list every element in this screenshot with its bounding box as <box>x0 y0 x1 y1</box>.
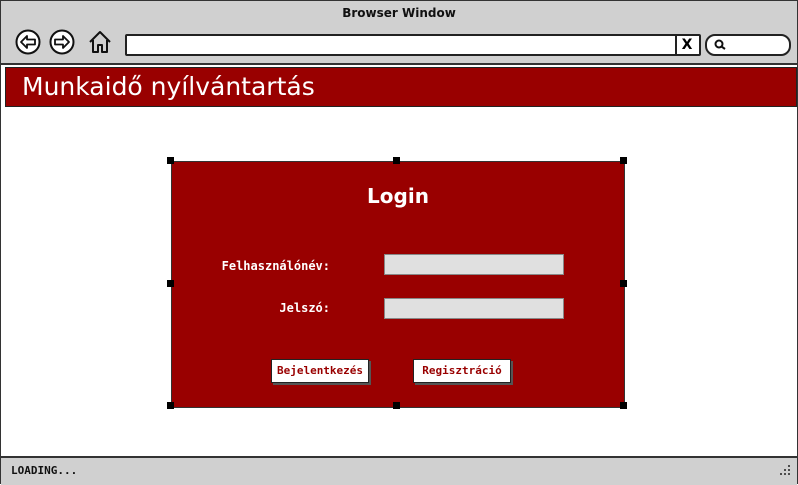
username-label: Felhasználónév: <box>221 259 330 273</box>
search-box[interactable] <box>705 34 791 56</box>
login-button[interactable]: Bejelentkezés <box>271 359 369 383</box>
browser-window: Browser Window X Munkaidő nyílvántartás … <box>0 0 798 485</box>
back-arrow-icon[interactable] <box>15 29 41 55</box>
app-header: Munkaidő nyílvántartás <box>5 67 797 107</box>
selection-handle[interactable] <box>620 157 627 164</box>
browser-toolbar: X <box>1 25 797 65</box>
register-button[interactable]: Regisztráció <box>413 359 511 383</box>
selection-handle[interactable] <box>393 402 400 409</box>
login-title: Login <box>367 184 429 208</box>
status-text: LOADING... <box>11 464 78 477</box>
username-input[interactable] <box>384 254 564 275</box>
page-title: Munkaidő nyílvántartás <box>22 72 315 101</box>
selection-handle[interactable] <box>167 280 174 287</box>
selection-handle[interactable] <box>620 402 627 409</box>
search-icon <box>714 39 726 50</box>
home-icon[interactable] <box>87 29 113 55</box>
url-input[interactable]: X <box>125 34 701 56</box>
selection-handle[interactable] <box>167 157 174 164</box>
selection-handle[interactable] <box>167 402 174 409</box>
password-label: Jelszó: <box>279 301 330 315</box>
forward-arrow-icon[interactable] <box>49 29 75 55</box>
login-panel: Login Felhasználónév: Jelszó: Bejelentke… <box>171 161 625 408</box>
resize-grip-icon[interactable] <box>779 464 791 476</box>
selection-handle[interactable] <box>393 157 400 164</box>
clear-url-button[interactable]: X <box>675 36 697 54</box>
selection-handle[interactable] <box>620 280 627 287</box>
window-title: Browser Window <box>1 1 797 26</box>
status-bar: LOADING... <box>1 456 797 485</box>
password-input[interactable] <box>384 298 564 319</box>
